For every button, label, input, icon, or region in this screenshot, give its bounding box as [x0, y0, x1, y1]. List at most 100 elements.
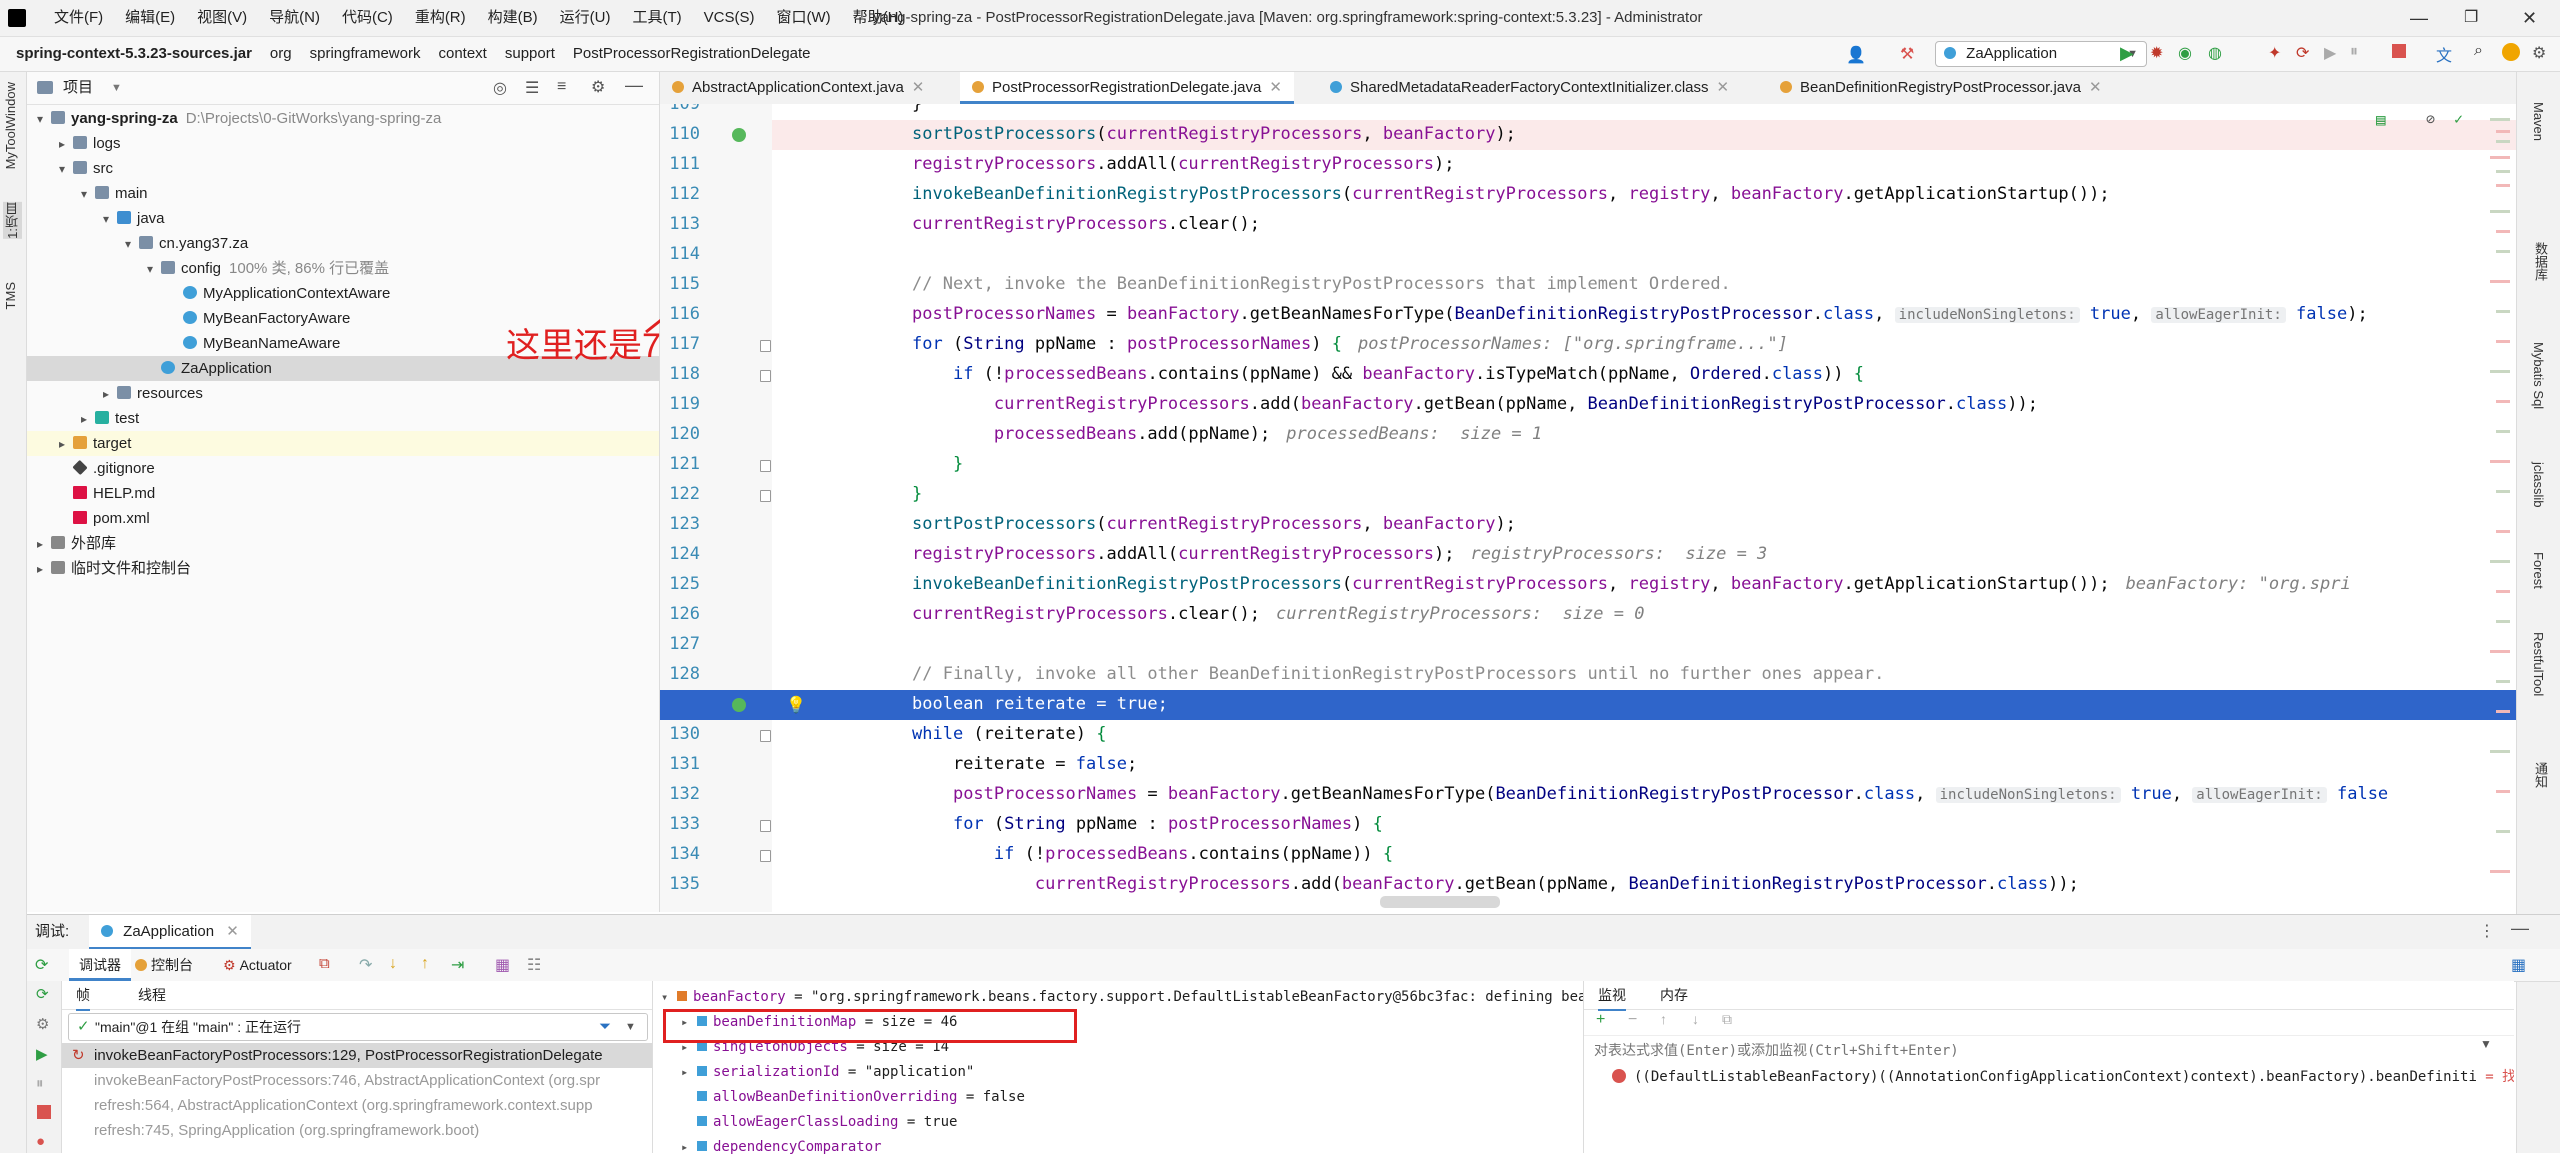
- close-icon[interactable]: ✕: [2089, 79, 2102, 96]
- run-config-select[interactable]: ZaApplication ▼: [1935, 41, 2147, 67]
- rerun-icon[interactable]: ⟳: [2296, 43, 2309, 63]
- tab-console[interactable]: 控制台: [135, 949, 193, 981]
- watch-item[interactable]: ((DefaultListableBeanFactory)((Annotatio…: [1584, 1065, 2514, 1090]
- layout-icon[interactable]: ▦: [2511, 955, 2526, 975]
- settings-icon[interactable]: ⚙: [36, 1015, 49, 1033]
- close-icon[interactable]: ✕: [912, 79, 925, 96]
- chevron-down-icon[interactable]: ▾: [661, 985, 677, 1010]
- breadcrumb-item[interactable]: springframework: [310, 37, 421, 71]
- pause-icon[interactable]: ⏸: [36, 1075, 44, 1092]
- more-options-icon[interactable]: ⋮: [2479, 921, 2495, 941]
- tool-tab-数据库[interactable]: 数据库: [2531, 242, 2550, 281]
- menu-item[interactable]: 编辑(E): [125, 0, 175, 36]
- settings-icon[interactable]: ⚙: [2532, 43, 2546, 63]
- stop-icon[interactable]: [37, 1105, 51, 1119]
- tab-debugger[interactable]: 调试器: [69, 949, 131, 981]
- variable-item[interactable]: allowBeanDefinitionOverriding = false: [653, 1085, 1583, 1110]
- update-icon[interactable]: [2502, 43, 2520, 61]
- filter-icon[interactable]: ⏷: [599, 1014, 611, 1040]
- evaluate-expression-input[interactable]: [1592, 1038, 2496, 1064]
- maximize-button[interactable]: ❐: [2464, 0, 2478, 36]
- tree-item[interactable]: pom.xml: [27, 506, 659, 531]
- frame-item[interactable]: invokeBeanFactoryPostProcessors:746, Abs…: [62, 1068, 652, 1093]
- add-icon[interactable]: +: [1596, 1011, 1605, 1029]
- user-icon[interactable]: 👤: [1846, 45, 1866, 64]
- chevron-right-icon[interactable]: ▸: [37, 557, 51, 582]
- tree-item[interactable]: ▾ src: [27, 156, 659, 181]
- coverage-icon[interactable]: ◉: [2178, 43, 2192, 63]
- hammer-icon[interactable]: ⚒: [1900, 44, 1918, 63]
- breadcrumb-item[interactable]: PostProcessorRegistrationDelegate: [573, 37, 811, 71]
- fold-icon[interactable]: [760, 490, 771, 502]
- restore-layout-icon[interactable]: ⧉: [319, 955, 330, 972]
- step-out-icon[interactable]: ↑: [421, 955, 429, 973]
- debug-session-tab[interactable]: ZaApplication ✕: [89, 915, 251, 950]
- hide-panel-icon[interactable]: —: [2511, 918, 2529, 939]
- variable-item[interactable]: ▾ beanFactory = "org.springframework.bean…: [653, 985, 1583, 1010]
- trace-icon[interactable]: ☷: [527, 955, 541, 975]
- tree-item[interactable]: ▾ main: [27, 181, 659, 206]
- rerun-icon[interactable]: ⟳: [35, 955, 48, 975]
- variable-item[interactable]: ▸ dependencyComparator: [653, 1135, 1583, 1160]
- breadcrumb-item[interactable]: context: [438, 37, 486, 71]
- frame-item[interactable]: refresh:745, SpringApplication (org.spri…: [62, 1118, 652, 1143]
- close-window-button[interactable]: ✕: [2522, 0, 2537, 36]
- build-icon[interactable]: ✦: [2268, 43, 2281, 63]
- menu-item[interactable]: 代码(C): [342, 0, 393, 36]
- resume-icon[interactable]: ▶: [36, 1045, 48, 1063]
- tree-item[interactable]: ▸ target: [27, 431, 659, 456]
- chevron-down-icon[interactable]: ▾: [103, 207, 117, 232]
- code-editor[interactable]: 109 110 111 112 113 114 115 116 117 118 119 120 121 1…: [660, 104, 2516, 912]
- tool-tab-forest[interactable]: Forest: [2531, 552, 2546, 589]
- breakpoints-icon[interactable]: ●: [36, 1133, 45, 1150]
- chevron-down-icon[interactable]: ▾: [147, 257, 161, 282]
- tool-tab-通知[interactable]: 通知: [2531, 762, 2550, 788]
- fold-icon[interactable]: [760, 820, 771, 832]
- chevron-right-icon[interactable]: ▸: [81, 407, 95, 432]
- tool-tab-maven[interactable]: Maven: [2531, 102, 2546, 141]
- close-icon[interactable]: ✕: [1269, 79, 1282, 96]
- breadcrumb-item[interactable]: org: [270, 37, 292, 71]
- menu-item[interactable]: 视图(V): [197, 0, 247, 36]
- variable-item[interactable]: allowEagerClassLoading = true: [653, 1110, 1583, 1135]
- frame-item[interactable]: refresh:564, AbstractApplicationContext …: [62, 1093, 652, 1118]
- run-to-cursor-icon[interactable]: ⇥: [451, 955, 464, 975]
- lightbulb-icon[interactable]: 💡: [786, 695, 806, 714]
- frame-item[interactable]: ↻ invokeBeanFactoryPostProcessors:129, Po…: [62, 1043, 652, 1068]
- tab-actuator[interactable]: ⚙ Actuator: [223, 949, 292, 981]
- close-icon[interactable]: ✕: [226, 923, 239, 940]
- menu-item[interactable]: 重构(R): [415, 0, 466, 36]
- pause-icon[interactable]: ⏸: [2350, 43, 2358, 61]
- tab-memory[interactable]: 内存: [1660, 981, 1688, 1009]
- chevron-right-icon[interactable]: ▸: [103, 382, 117, 407]
- reader-mode-icon[interactable]: ▤: [2376, 110, 2386, 129]
- tree-item[interactable]: .gitignore: [27, 456, 659, 481]
- fold-icon[interactable]: [760, 370, 771, 382]
- editor-tab[interactable]: PostProcessorRegistrationDelegate.java ✕: [960, 72, 1294, 104]
- tree-item[interactable]: ▸ resources: [27, 381, 659, 406]
- hide-hints-icon[interactable]: ⊘: [2426, 110, 2435, 128]
- editor-tab[interactable]: AbstractApplicationContext.java ✕: [660, 72, 936, 104]
- fold-icon[interactable]: [760, 730, 771, 742]
- stop-icon[interactable]: [2392, 44, 2406, 58]
- rerun-icon[interactable]: ⟳: [36, 985, 49, 1003]
- tool-tab-mytoolwindow[interactable]: MyToolWindow: [3, 82, 18, 169]
- chevron-down-icon[interactable]: ▼: [2480, 1037, 2492, 1051]
- chevron-right-icon[interactable]: ▸: [37, 532, 51, 557]
- chevron-down-icon[interactable]: ▾: [125, 232, 139, 257]
- chevron-right-icon[interactable]: ▸: [59, 132, 73, 157]
- move-down-icon[interactable]: ↓: [1692, 1011, 1699, 1027]
- horizontal-scrollbar[interactable]: [1380, 896, 1500, 908]
- tree-item[interactable]: ▾ config 100% 类, 86% 行已覆盖: [27, 256, 659, 281]
- tree-item[interactable]: ▾ cn.yang37.za: [27, 231, 659, 256]
- tool-tab-jclasslib[interactable]: jclasslib: [2531, 462, 2546, 508]
- fold-icon[interactable]: [760, 460, 771, 472]
- breadcrumb-item[interactable]: spring-context-5.3.23-sources.jar: [16, 37, 252, 71]
- tree-item[interactable]: ▾ yang-spring-za D:\Projects\0-GitWorks\ya…: [27, 106, 659, 131]
- tool-tab-mybatis-sql[interactable]: Mybatis Sql: [2531, 342, 2546, 409]
- remove-icon[interactable]: −: [1628, 1011, 1637, 1029]
- copy-icon[interactable]: ⧉: [1722, 1011, 1732, 1028]
- chevron-down-icon[interactable]: ▾: [59, 157, 73, 182]
- translate-icon[interactable]: 文: [2436, 42, 2452, 66]
- thread-select[interactable]: ✓ "main"@1 在组 "main" : 正在运行 ⏷ ▼: [68, 1013, 648, 1041]
